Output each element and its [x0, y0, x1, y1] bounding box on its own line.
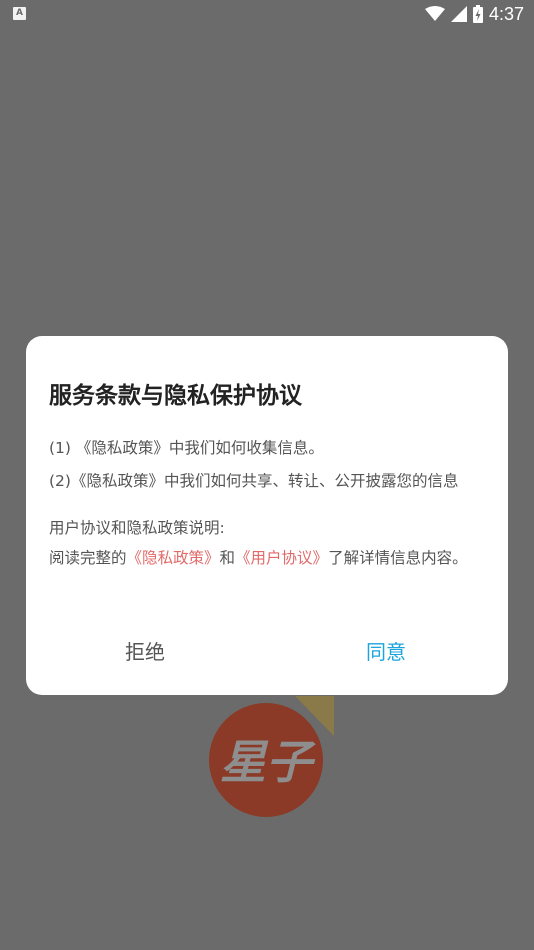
dialog-title: 服务条款与隐私保护协议 [49, 383, 302, 409]
user-agreement-link[interactable]: 《用户协议》 [235, 549, 328, 567]
cellular-signal-icon [450, 6, 467, 22]
notification-icon: A [13, 7, 26, 20]
policy-item-2: (2)《隐私政策》中我们如何共享、转让、公开披露您的信息 [49, 472, 459, 490]
privacy-policy-link[interactable]: 《隐私政策》 [127, 549, 220, 567]
status-time: 4:37 [488, 3, 524, 24]
privacy-agreement-dialog: 服务条款与隐私保护协议 (1) 《隐私政策》中我们如何收集信息。 (2)《隐私政… [26, 336, 508, 695]
policy-description-label: 用户协议和隐私政策说明: [49, 519, 225, 537]
app-logo-text: 星子 [220, 735, 316, 789]
reject-button[interactable]: 拒绝 [125, 636, 165, 665]
status-bar: A 4:37 [0, 0, 534, 28]
notice-prefix: 阅读完整的 [49, 549, 127, 567]
policy-item-1: (1) 《隐私政策》中我们如何收集信息。 [49, 439, 324, 457]
policy-read-notice: 阅读完整的《隐私政策》和《用户协议》了解详情信息内容。 [49, 549, 485, 568]
agree-button[interactable]: 同意 [366, 636, 406, 665]
notice-suffix: 了解详情信息内容。 [328, 549, 468, 567]
app-logo: 星子 [209, 696, 334, 817]
battery-charging-icon [472, 5, 483, 23]
wifi-icon [424, 6, 445, 21]
status-icons: 4:37 [424, 3, 524, 25]
notice-and: 和 [219, 549, 236, 567]
